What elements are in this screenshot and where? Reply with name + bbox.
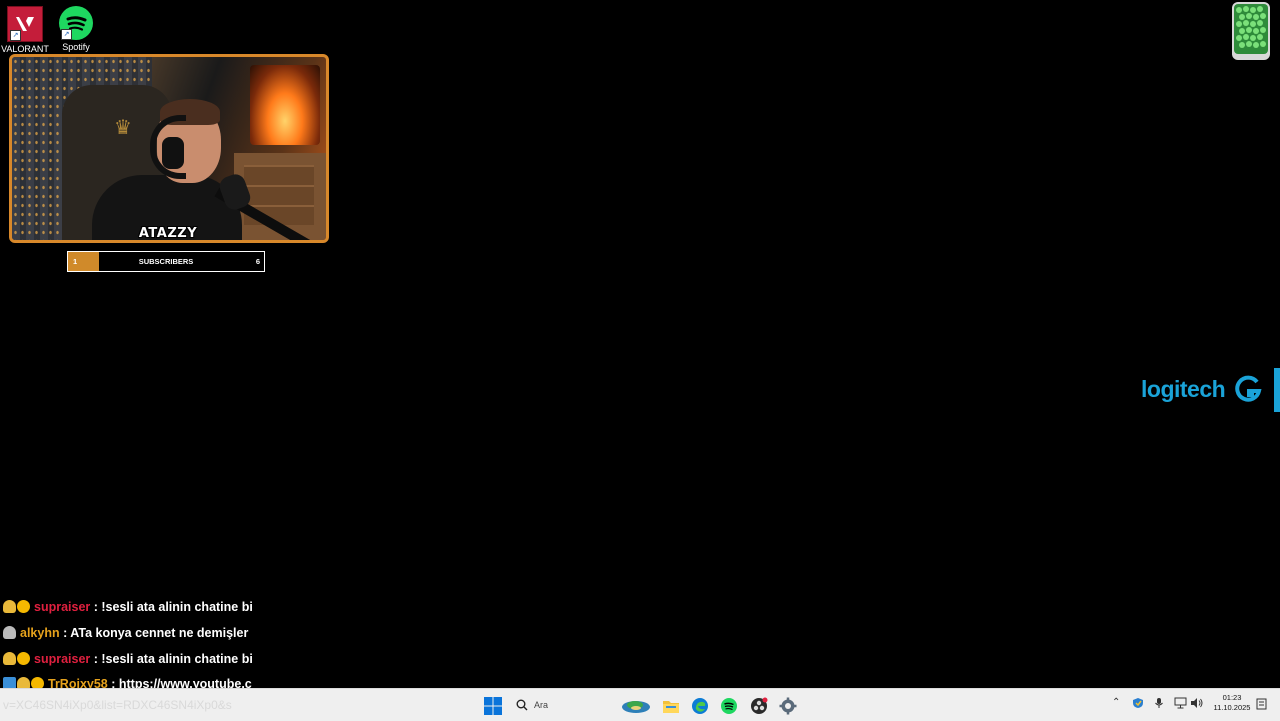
goal-end: 6 [255,257,260,266]
chair-logo-icon: ♛ [114,117,132,139]
obs-icon[interactable] [748,695,770,717]
security-shield-icon[interactable] [1132,697,1144,712]
system-clock[interactable]: 01:23 11.10.2025 [1206,693,1258,713]
chat-username: supraiser [34,600,91,614]
recycle-bin-icon[interactable] [1228,0,1274,62]
widgets-icon[interactable] [620,695,652,717]
url-overlay-text: v=XC46SN4iXp0&list=RDXC46SN4iXp0&s [3,698,232,712]
desktop-icon-spotify[interactable]: ↗ Spotify [51,6,101,52]
chat-message-text: ATa konya cennet ne demişler [70,626,249,640]
search-placeholder: Ara [534,700,549,710]
edge-icon[interactable] [689,695,711,717]
logitech-g-icon [1235,375,1262,402]
chat-message: supraiser : !sesli ata alinin chatine bi [3,600,253,614]
logitech-accent-bar [1274,368,1280,412]
streamer-name: ATAZZY [138,226,198,241]
desktop-icon-label: VALORANT [1,44,49,54]
coin-badge-icon [17,652,30,665]
chat-message-text: !sesli ata alinin chatine bi [101,652,253,666]
goal-label: SUBSCRIBERS [138,257,194,266]
clock-date: 11.10.2025 [1213,703,1251,712]
file-explorer-icon[interactable] [660,695,682,717]
clock-time: 01:23 [1222,693,1242,702]
search-icon [516,699,528,711]
fireplace [250,65,320,145]
gray-badge-icon [3,626,16,639]
chat-message: supraiser : !sesli ata alinin chatine bi [3,652,253,666]
volume-icon[interactable] [1190,697,1203,712]
desktop-icon-label: Spotify [62,42,90,52]
settings-icon[interactable] [777,695,799,717]
subscriber-goal-bar: 1 SUBSCRIBERS 6 [67,251,265,272]
logitech-logo: logitech [1141,374,1263,404]
logitech-wordmark: logitech [1141,375,1226,402]
shortcut-arrow-icon: ↗ [10,30,21,41]
chat-username: alkyhn [20,626,60,640]
windows-start-icon[interactable] [482,695,504,717]
chat-message: alkyhn : ATa konya cennet ne demişler [3,626,248,640]
microphone-icon[interactable] [1154,697,1164,712]
valorant-icon: ↗ [7,6,43,42]
spotify-icon[interactable] [718,695,740,717]
bell-badge-icon [3,652,16,665]
desktop-icon-valorant[interactable]: ↗ VALORANT [0,6,50,54]
chat-message-text: !sesli ata alinin chatine bi [101,600,253,614]
bell-badge-icon [3,600,16,613]
taskbar-search[interactable]: Ara [510,694,618,716]
coin-badge-icon [17,600,30,613]
chevron-up-icon[interactable]: ⌃ [1112,697,1120,708]
network-icon[interactable] [1174,697,1187,712]
spotify-icon: ↗ [59,6,93,40]
webcam-feed: ♛ [9,54,329,243]
chat-username: supraiser [34,652,91,666]
shortcut-arrow-icon: ↗ [61,29,72,40]
notification-icon[interactable] [1256,698,1267,713]
